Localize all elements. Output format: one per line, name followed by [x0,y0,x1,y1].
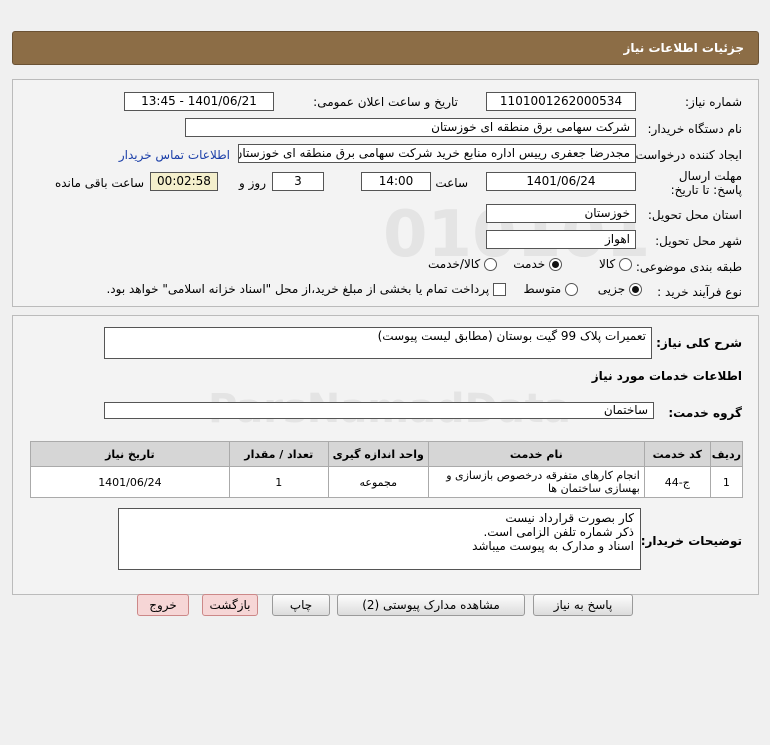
process-radio-minor[interactable]: جزیی [598,282,642,296]
province-field: خوزستان [486,204,636,223]
col-date-header: تاریخ نیاز [30,441,230,467]
services-table: ردیف کد خدمت نام خدمت واحد اندازه گیری ت… [30,441,744,498]
process-medium-label: متوسط [523,282,562,296]
radio-checked-icon[interactable] [549,258,562,271]
service-group-label: گروه خدمت: [668,406,742,420]
col-code-header: کد خدمت [643,441,711,467]
summary-field: تعمیرات پلاک 99 گیت بوستان (مطابق لیست پ… [104,327,652,359]
need-number-field: 1101001262000534 [486,92,636,111]
category-label: طبقه بندی موضوعی: [635,260,742,274]
time-label: ساعت [435,176,468,190]
days-label: روز و [239,176,266,190]
creator-label: ایجاد کننده درخواست: [631,148,742,162]
deadline-time-field: 14:00 [361,172,431,191]
col-unit-header: واحد اندازه گیری [327,441,429,467]
payment-note: پرداخت تمام یا بخشی از مبلغ خرید،از محل … [106,282,490,296]
radio-icon[interactable] [619,258,632,271]
deadline-date-field: 1401/06/24 [486,172,636,191]
process-label: نوع فرآیند خرید : [657,285,742,299]
notes-label: توضیحات خریدار: [640,534,742,548]
notes-line: اسناد و مدارک به پیوست میباشد [472,539,634,553]
process-radio-medium[interactable]: متوسط [523,282,578,296]
announce-field: 1401/06/21 - 13:45 [124,92,274,111]
city-field: اهواز [486,230,636,249]
category-service-label: خدمت [513,257,546,271]
checkbox-icon[interactable] [493,283,506,296]
notes-field: کار بصورت قرارداد نیست ذکر شماره تلفن ال… [118,508,641,570]
category-goods-label: کالا [598,257,616,271]
service-group-field: ساختمان [104,402,654,419]
table-row: 1 ج-44 انجام کارهای متفرقه درخصوص بازساز… [30,466,744,498]
col-row-header: ردیف [709,441,744,467]
category-radio-goods[interactable]: کالا [599,257,632,271]
category-radio-both[interactable]: کالا/خدمت [428,257,497,271]
notes-line: ذکر شماره تلفن الزامی است. [483,525,634,539]
back-button[interactable]: بازگشت [202,594,258,616]
announce-label: تاریخ و ساعت اعلان عمومی: [313,95,458,109]
exit-button[interactable]: خروج [137,594,189,616]
radio-checked-icon[interactable] [629,283,642,296]
cell-qty: 1 [228,466,329,498]
deadline-label: مهلت ارسال پاسخ: تا تاریخ: [670,169,742,197]
cell-unit: مجموعه [327,466,429,498]
table-header-row: ردیف کد خدمت نام خدمت واحد اندازه گیری ت… [30,441,744,467]
buyer-org-label: نام دستگاه خریدار: [647,122,743,136]
page-title: جزئیات اطلاعات نیاز [623,41,744,55]
notes-line: کار بصورت قرارداد نیست [505,511,634,525]
days-field: 3 [272,172,324,191]
reply-button[interactable]: پاسخ به نیاز [533,594,633,616]
need-details-panel: ParsNamadData ۰۲۱-۸۸۳۴۹۶۷۰-۵ شرح کلی نیا… [12,315,759,595]
services-title: اطلاعات خدمات مورد نیاز [591,369,742,383]
category-radio-service[interactable]: خدمت [513,257,562,271]
attachments-button[interactable]: مشاهده مدارک پیوستی (2) [337,594,525,616]
process-minor-label: جزیی [597,282,626,296]
buyer-org-field: شرکت سهامی برق منطقه ای خوزستان [185,118,636,137]
cell-row: 1 [709,466,744,498]
cell-date: 1401/06/24 [30,466,230,498]
remaining-time-label: ساعت باقی مانده [54,176,144,190]
print-button[interactable]: چاپ [272,594,330,616]
category-both-label: کالا/خدمت [427,257,481,271]
cell-code: ج-44 [643,466,711,498]
need-number-label: شماره نیاز: [685,95,742,109]
cell-name: انجام کارهای متفرقه درخصوص بازسازی و بهس… [427,466,645,498]
city-label: شهر محل تحویل: [655,234,742,248]
radio-icon[interactable] [484,258,497,271]
contact-buyer-link[interactable]: اطلاعات تماس خریدار [119,148,230,162]
payment-checkbox-row[interactable]: پرداخت تمام یا بخشی از مبلغ خرید،از محل … [106,282,506,296]
creator-field: مجدرضا جعفری رییس اداره منابع خرید شرکت … [238,144,636,163]
need-info-panel: 010101 شماره نیاز: 1101001262000534 تاری… [12,79,759,307]
col-qty-header: تعداد / مقدار [228,441,329,467]
remaining-time-field: 00:02:58 [150,172,218,191]
radio-icon[interactable] [565,283,578,296]
summary-label: شرح کلی نیاز: [656,336,742,350]
province-label: استان محل تحویل: [647,208,742,222]
page-header: جزئیات اطلاعات نیاز [12,31,759,65]
col-name-header: نام خدمت [427,441,645,467]
